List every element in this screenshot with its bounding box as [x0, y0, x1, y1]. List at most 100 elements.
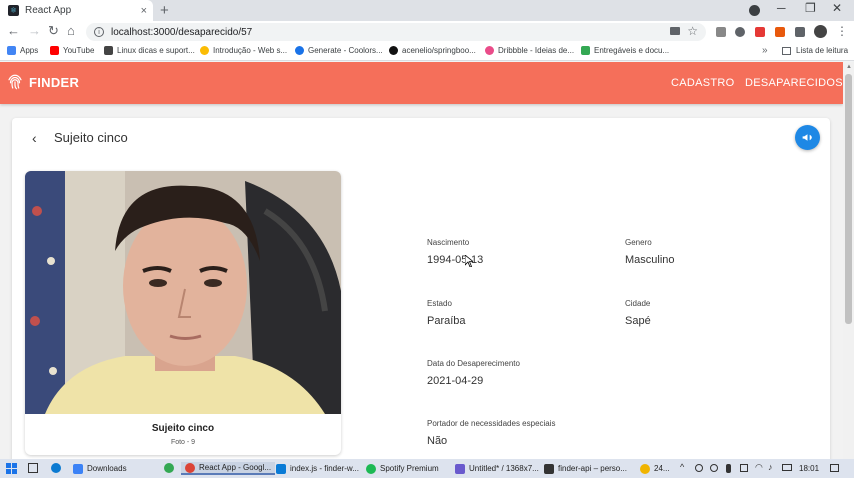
apps-grid-icon — [7, 46, 16, 55]
scroll-up-icon[interactable]: ▲ — [846, 64, 852, 70]
bookmark-star-icon[interactable]: ☆ — [687, 24, 698, 38]
label-data-desaparecimento: Data do Desaperecimento — [427, 359, 520, 368]
tab-search-icon[interactable] — [749, 5, 760, 16]
photo-subtitle: Foto - 9 — [170, 439, 196, 446]
notifications-icon[interactable] — [830, 464, 839, 472]
home-icon[interactable]: ⌂ — [67, 23, 75, 38]
nav-cadastro[interactable]: CADASTRO — [671, 77, 735, 89]
restore-button[interactable]: ❐ — [805, 1, 816, 15]
edge-icon[interactable] — [51, 463, 61, 473]
close-window-button[interactable]: ✕ — [832, 1, 842, 15]
download-arrow-icon — [73, 463, 83, 474]
windows-start-icon[interactable] — [6, 463, 17, 474]
forward-arrow-icon[interactable]: → — [28, 23, 41, 38]
linux-icon — [104, 46, 113, 55]
bookmarks-bar: Apps YouTube Linux dicas e suport... Int… — [0, 43, 854, 61]
app-header: FINDER CADASTRO DESAPARECIDOS — [0, 62, 843, 104]
extensions-puzzle-icon[interactable] — [795, 27, 805, 37]
taskbar-downloads[interactable]: Downloads — [73, 462, 127, 475]
taskbar-clock[interactable]: 18:01 — [799, 464, 819, 473]
extension-icon[interactable] — [775, 27, 785, 37]
paint-icon — [455, 463, 465, 474]
url-text: localhost:3000/desaparecido/57 — [111, 26, 253, 38]
cast-icon[interactable] — [670, 27, 680, 35]
bookmark-entregaveis[interactable]: Entregáveis e docu... — [581, 46, 669, 55]
volume-icon[interactable]: ♪ — [768, 462, 773, 472]
value-necessidades-especiais: Não — [427, 435, 448, 447]
bookmark-dribbble[interactable]: Dribbble - Ideias de... — [485, 46, 574, 55]
photo-card: Sujeito cinco Foto - 9 — [25, 171, 341, 455]
brand-logo[interactable]: FINDER — [6, 73, 79, 91]
value-nascimento: 1994-05-13 — [427, 254, 484, 266]
taskbar-vscode[interactable]: index.js - finder-w... — [276, 462, 359, 475]
tray-icon[interactable] — [710, 464, 718, 472]
react-favicon-icon: ⚛ — [8, 5, 19, 16]
site-info-icon[interactable]: i — [94, 27, 104, 37]
taskbar-weather[interactable]: 24... — [640, 462, 670, 475]
nav-desaparecidos[interactable]: DESAPARECIDOS — [745, 77, 843, 89]
bookmark-coolors[interactable]: Generate - Coolors... — [295, 46, 383, 55]
value-estado: Paraíba — [427, 315, 466, 327]
person-detail-card: ‹ Sujeito cinco Sujeito cinco Foto - 9 N… — [12, 118, 830, 459]
new-tab-button[interactable]: + — [160, 2, 169, 19]
extension-icon[interactable] — [716, 27, 726, 37]
task-view-icon[interactable] — [28, 463, 38, 473]
drive-icon — [581, 46, 590, 55]
terminal-icon — [544, 463, 554, 474]
bookmark-github[interactable]: acenelio/springboo... — [389, 46, 476, 55]
tray-icon[interactable] — [695, 464, 703, 472]
tray-icon[interactable] — [740, 464, 748, 472]
minimize-button[interactable]: ─ — [777, 1, 786, 15]
tray-chevron-icon[interactable]: ^ — [680, 462, 684, 472]
youtube-icon — [50, 46, 59, 55]
github-icon — [389, 46, 398, 55]
page-viewport: FINDER CADASTRO DESAPARECIDOS ‹ Sujeito … — [0, 62, 843, 459]
mouse-cursor-icon — [465, 255, 473, 267]
person-photo[interactable] — [25, 171, 341, 414]
back-chevron-icon[interactable]: ‹ — [32, 130, 37, 146]
value-data-desaparecimento: 2021-04-29 — [427, 375, 484, 387]
chrome-icon[interactable] — [164, 463, 174, 473]
browser-tab-active[interactable]: ⚛ React App × — [0, 0, 153, 21]
page-scrollbar[interactable]: ▲ — [843, 62, 854, 459]
person-photo-image — [25, 171, 341, 414]
browser-menu-icon[interactable]: ⋮ — [836, 24, 848, 38]
taskbar-react-app[interactable]: React App - Googl... — [181, 462, 276, 475]
dribbble-icon — [485, 46, 494, 55]
globe-icon — [200, 46, 209, 55]
extension-icon[interactable] — [735, 27, 745, 37]
reading-list-button[interactable]: Lista de leitura — [782, 46, 848, 55]
chrome-icon — [185, 462, 195, 473]
label-genero: Genero — [625, 238, 652, 247]
back-arrow-icon[interactable]: ← — [7, 23, 20, 38]
announce-button[interactable] — [795, 125, 820, 150]
bookmark-apps[interactable]: Apps — [7, 46, 38, 55]
label-cidade: Cidade — [625, 299, 651, 308]
keyboard-icon[interactable] — [782, 464, 792, 471]
bookmark-youtube[interactable]: YouTube — [50, 46, 94, 55]
tab-title: React App — [25, 5, 72, 16]
taskbar-finder-api[interactable]: finder-api – perso... — [544, 462, 627, 475]
reload-icon[interactable]: ↻ — [48, 23, 59, 39]
microphone-icon[interactable] — [726, 464, 731, 473]
taskbar-spotify[interactable]: Spotify Premium — [366, 462, 439, 475]
value-cidade: Sapé — [625, 315, 651, 327]
label-nascimento: Nascimento — [427, 238, 470, 247]
address-bar[interactable]: i localhost:3000/desaparecido/57 ☆ — [86, 23, 706, 41]
bookmark-linux[interactable]: Linux dicas e suport... — [104, 46, 195, 55]
vscode-icon — [276, 463, 286, 474]
bookmark-introducao[interactable]: Introdução - Web s... — [200, 46, 287, 55]
reading-list-icon — [782, 46, 791, 55]
label-estado: Estado — [427, 299, 452, 308]
extension-icon[interactable] — [755, 27, 765, 37]
windows-taskbar: Downloads React App - Googl... index.js … — [0, 459, 854, 478]
photo-caption: Sujeito cinco — [151, 423, 215, 434]
wifi-icon[interactable]: ◠ — [755, 462, 763, 473]
spotify-icon — [366, 463, 376, 474]
taskbar-untitled[interactable]: Untitled* / 1368x7... — [455, 462, 539, 475]
scrollbar-thumb[interactable] — [845, 74, 852, 324]
page-title: Sujeito cinco — [54, 130, 128, 145]
tab-close-icon[interactable]: × — [141, 5, 147, 17]
bookmarks-overflow-icon[interactable]: » — [762, 45, 768, 56]
profile-avatar[interactable] — [814, 25, 827, 38]
